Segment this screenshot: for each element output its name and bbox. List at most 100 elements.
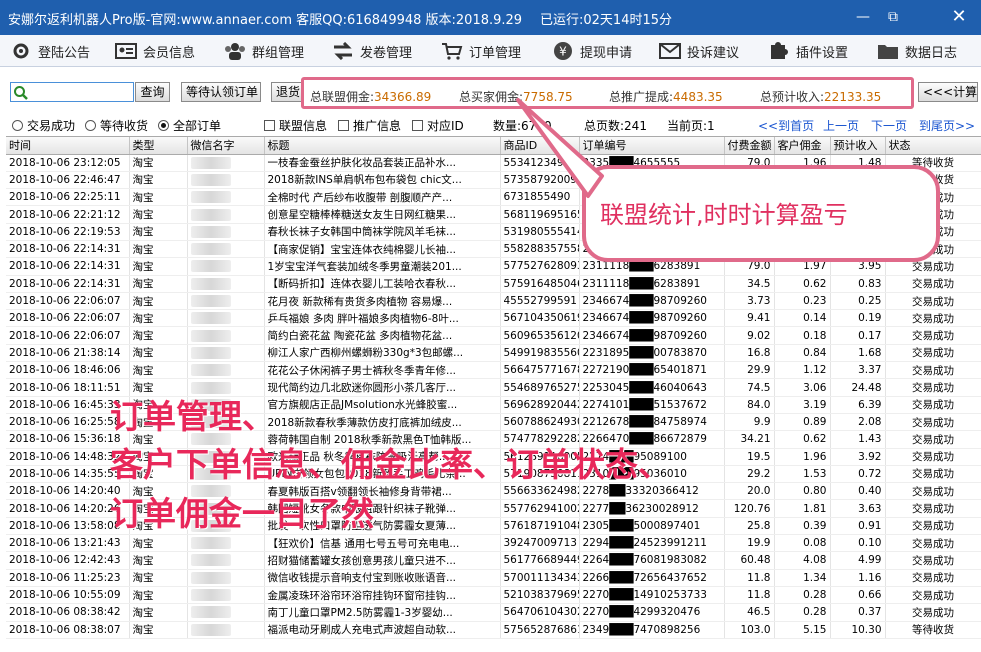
table-cell [187,309,265,328]
calculate-button[interactable]: <<<计算 [918,82,978,102]
table-row[interactable]: 2018-10-06 11:25:23 淘宝 微信收钱提示音响支付宝到账收账语音..… [6,569,981,587]
table-cell: 交易成功 [885,569,981,587]
column-header[interactable]: 客户佣金 [774,137,831,155]
table-cell: 0.28 [774,603,831,622]
table-row[interactable]: 2018-10-06 08:38:42 淘宝 南丁儿童口罩PM2.5防雾霾1-3岁婴… [6,603,981,622]
close-button[interactable]: ✕ [947,6,971,28]
title-bar: 安娜尔返利机器人Pro版-官网:www.annaer.com 客服QQ:6168… [0,0,981,35]
table-row[interactable]: 2018-10-06 18:46:06 淘宝 花花公子休闲裤子男士裤秋冬季青年修..… [6,361,981,380]
pending-claim-button[interactable]: 等待认领订单 [181,82,261,102]
radio-awaiting-receipt[interactable]: 等待收货 [85,117,148,134]
toolbar-login-notice[interactable]: 登陆公告 [10,35,90,67]
table-row[interactable]: 2018-10-06 22:06:07 淘宝 乒乓福娘 多肉 胖叶福娘多肉植物6-8… [6,309,981,328]
toolbar-feedback[interactable]: 投诉建议 [659,35,739,67]
next-page-link[interactable]: 下一页 [871,117,907,134]
cart-icon [441,41,463,61]
table-row[interactable]: 2018-10-06 22:06:07 淘宝 花月夜 新款稀有贵货多肉植物 容易爆.… [6,292,981,311]
table-cell: 29.9 [724,361,775,380]
table-cell: 84.0 [724,396,775,414]
column-header[interactable]: 付费金额 [724,137,775,155]
column-header[interactable]: 时间 [6,137,130,155]
redacted-name [190,260,231,273]
table-cell: 11.8 [724,569,775,587]
table-cell [187,205,265,224]
table-cell: 交易成功 [885,465,981,484]
table-cell: 3.19 [774,396,831,414]
table-cell [187,586,265,605]
redacted-name [190,312,231,325]
table-cell: 103.0 [724,621,775,639]
toolbar-coupon-manage[interactable]: 发卷管理 [332,35,412,67]
redacted-name [190,295,231,308]
query-button[interactable]: 查询 [135,82,170,102]
table-cell [187,344,265,363]
table-cell: 淘宝 [129,534,188,553]
minimize-button[interactable]: — [851,6,875,28]
table-cell: 2018-10-06 22:06:07 [6,292,130,311]
first-page-link[interactable]: <<到首页 [758,117,814,134]
table-row[interactable]: 2018-10-06 12:42:43 淘宝 招财猫储蓄罐女孩创意男孩儿童只进不..… [6,551,981,570]
table-cell: 2294███24523991211 [579,534,725,553]
table-cell: 25.8 [724,517,775,536]
toolbar-withdraw[interactable]: ¥ 提现申请 [552,35,632,67]
toolbar-data-log[interactable]: 数据日志 [877,35,957,67]
table-cell: 6.39 [830,396,886,414]
table-cell: 9.02 [724,326,775,345]
table-cell: 1岁宝宝洋气套装加绒冬季男童潮装201... [264,257,501,276]
refund-button[interactable]: 退货 [271,82,305,102]
check-alliance-info[interactable]: 联盟信息 [264,117,327,134]
table-row[interactable]: 2018-10-06 10:55:09 淘宝 金属凌珠环浴帘环浴帘挂钩环窗帘挂钩..… [6,586,981,605]
check-matching-id[interactable]: 对应ID [412,117,464,134]
table-header: 时间 类型 微信名字 标题 商品ID 订单编号 付费金额 客户佣金 预计收入 状态 [6,137,981,155]
toolbar-member-info[interactable]: 会员信息 [115,35,195,67]
table-cell: 2264███76081983082 [579,551,725,570]
current-page: 当前页:1 [667,119,715,133]
table-cell: 简约白瓷花盆 陶瓷花盆 多肉植物花盆... [264,326,501,345]
table-row[interactable]: 2018-10-06 22:06:07 淘宝 简约白瓷花盆 陶瓷花盆 多肉植物花盆.… [6,326,981,345]
table-cell: 2.08 [830,413,886,432]
toolbar-plugin-settings[interactable]: 插件设置 [768,35,848,67]
table-cell: 2270███4299320476 [579,603,725,622]
table-cell: 2212678███84758974 [579,413,725,432]
table-cell: 2346674███98709260 [579,292,725,311]
table-cell: 2349███7470898256 [579,621,725,639]
table-cell: 乒乓福娘 多肉 胖叶福娘多肉植物6-8叶... [264,309,501,328]
table-cell: 0.08 [774,534,831,553]
table-cell: 3.63 [830,499,886,518]
last-page-link[interactable]: 到尾页>> [919,117,975,134]
redacted-name [190,191,231,204]
table-cell: 2018-10-06 11:25:23 [6,569,130,587]
table-row[interactable]: 2018-10-06 13:21:43 淘宝 【狂欢价】信基 通用七号五号可充电电.… [6,534,981,553]
column-header[interactable]: 标题 [264,137,501,155]
column-header[interactable]: 微信名字 [187,137,265,155]
table-cell: 3.73 [724,292,775,311]
table-cell: 2018-10-06 21:38:14 [6,344,130,363]
table-cell: 2018-10-06 22:06:07 [6,309,130,328]
table-row[interactable]: 2018-10-06 22:14:31 淘宝 【断码折扣】连体衣婴儿工装哈衣春秋..… [6,275,981,293]
table-cell: 淘宝 [129,621,188,639]
table-cell: 招财猫储蓄罐女孩创意男孩儿童只进不... [264,551,501,570]
table-cell: 2311118███6283891 [579,275,725,293]
table-cell: 淘宝 [129,275,188,293]
column-header[interactable]: 类型 [129,137,188,155]
toolbar-order-manage[interactable]: 订单管理 [441,35,521,67]
table-cell: 9.9 [724,413,775,432]
svg-text:¥: ¥ [559,45,567,59]
column-header[interactable]: 状态 [885,137,981,155]
radio-trade-success[interactable]: 交易成功 [12,117,75,134]
column-header[interactable]: 预计收入 [830,137,886,155]
gear-icon [10,41,32,61]
check-promotion-info[interactable]: 推广信息 [338,117,401,134]
table-cell: 554689765275 [500,378,580,397]
maximize-button[interactable]: ⧉ [881,6,905,28]
table-cell: 2018-10-06 12:42:43 [6,551,130,570]
table-cell: 2018新款春秋季薄款仿皮打底裤加绒皮... [264,413,501,432]
table-row[interactable]: 2018-10-06 08:38:07 淘宝 福派电动牙刷成人充电式声波超自动软..… [6,621,981,639]
prev-page-link[interactable]: 上一页 [823,117,859,134]
radio-all-orders[interactable]: 全部订单 [158,117,221,134]
search-input[interactable] [10,82,134,102]
table-row[interactable]: 2018-10-06 21:38:14 淘宝 柳江人家广西柳州螺蛳粉330g*3包邮… [6,344,981,363]
table-cell: 16.8 [724,344,775,363]
toolbar-group-manage[interactable]: 群组管理 [224,35,304,67]
table-cell: 46.5 [724,603,775,622]
